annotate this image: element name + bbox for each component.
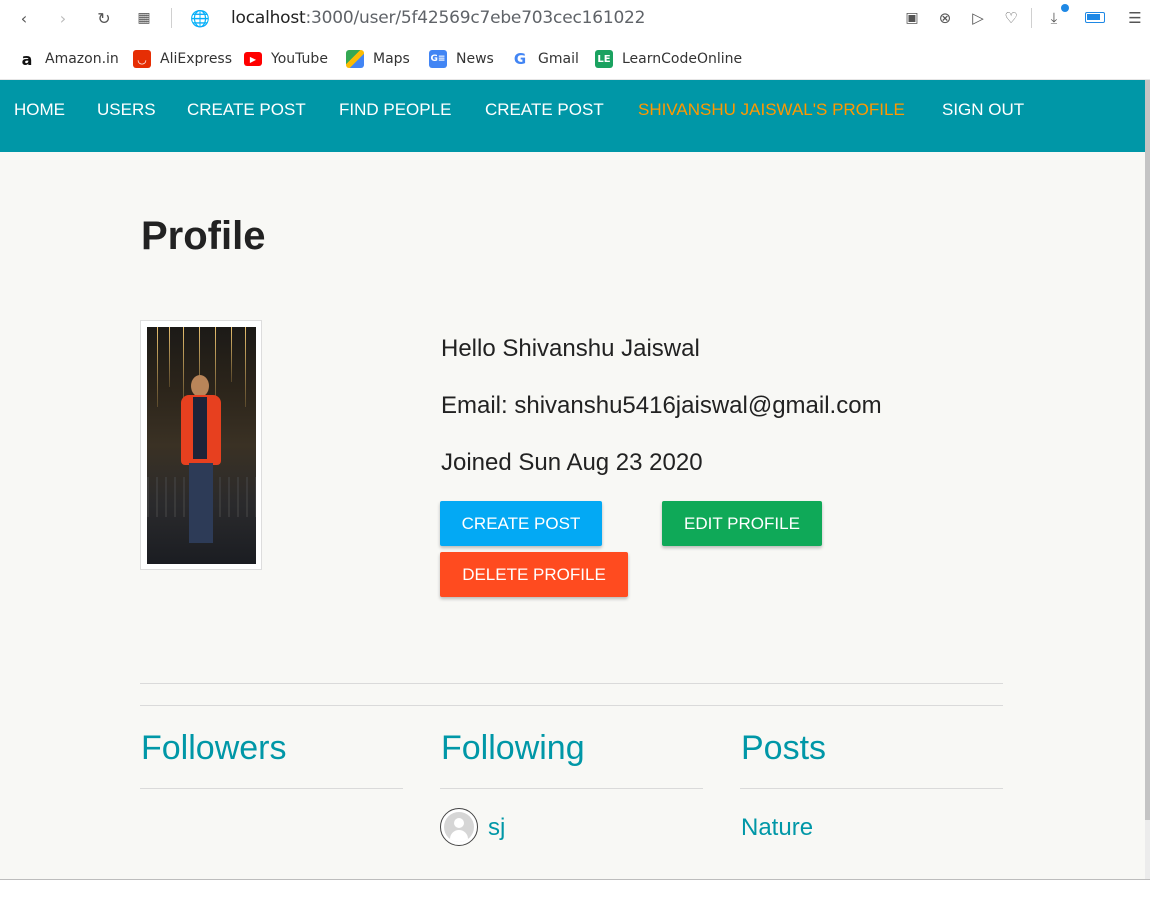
send-icon[interactable]: ▷ [967,7,989,29]
bookmark-label: Gmail [538,51,579,67]
divider [140,683,1003,684]
profile-photo [140,320,262,570]
nav-sign-out[interactable]: SIGN OUT [942,100,1024,120]
download-badge [1061,4,1069,12]
bookmark-label: News [456,51,494,67]
maps-icon [346,50,364,68]
bookmark-label: Maps [373,51,410,67]
forward-icon[interactable]: › [52,7,74,29]
bookmark-learncodeonline[interactable]: LE LearnCodeOnline [595,49,742,69]
following-user-link[interactable]: sj [488,814,505,842]
following-heading: Following [441,729,585,767]
following-divider [440,788,703,789]
reload-icon[interactable]: ↻ [93,7,115,29]
nav-create-post-2[interactable]: CREATE POST [485,100,604,120]
camera-icon[interactable]: ▣ [901,7,923,29]
post-link[interactable]: Nature [741,814,813,842]
nav-find-people[interactable]: FIND PEOPLE [339,100,451,120]
edit-profile-button[interactable]: EDIT PROFILE [662,501,822,546]
scrollbar-thumb[interactable] [1145,80,1150,820]
toolbar-divider-2 [1031,8,1032,28]
heart-icon[interactable]: ♡ [1000,7,1022,29]
google-icon: G [513,50,527,68]
profile-joined: Joined Sun Aug 23 2020 [441,449,703,476]
bookmarks-bar: a Amazon.in ◡ AliExpress ▶ YouTube Maps … [0,37,1150,80]
amazon-icon: a [21,49,33,69]
bookmark-label: YouTube [271,51,328,67]
nav-my-profile[interactable]: SHIVANSHU JAISWAL'S PROFILE [638,100,905,120]
bookmark-maps[interactable]: Maps [346,49,410,69]
posts-divider [740,788,1003,789]
followers-heading: Followers [141,729,287,767]
window-bottom-edge [0,879,1150,899]
settings-sliders-icon[interactable]: ☰ [1124,7,1146,29]
url-host: localhost [231,8,306,28]
bookmark-label: LearnCodeOnline [622,51,743,67]
address-bar[interactable]: localhost:3000/user/5f42569c7ebe703cec16… [231,8,645,28]
following-avatar-icon[interactable] [440,808,478,846]
nav-home[interactable]: HOME [14,100,65,120]
divider [140,705,1003,706]
toolbar-divider [171,8,172,28]
nav-create-post[interactable]: CREATE POST [187,100,306,120]
block-icon[interactable]: ⊗ [934,7,956,29]
url-path: :3000/user/5f42569c7ebe703cec161022 [305,8,646,28]
bookmark-aliexpress[interactable]: ◡ AliExpress [133,49,232,69]
bookmark-youtube[interactable]: ▶ YouTube [244,49,328,69]
profile-greeting: Hello Shivanshu Jaiswal [441,335,700,362]
create-post-button[interactable]: CREATE POST [440,501,602,546]
news-icon: G≡ [429,50,447,68]
browser-toolbar: ‹ › ↻ ▦ 🌐 localhost:3000/user/5f42569c7e… [0,0,1150,37]
delete-profile-button[interactable]: DELETE PROFILE [440,552,628,597]
posts-heading: Posts [741,729,827,767]
followers-divider [140,788,403,789]
page-content: Profile Hello Shivanshu Jaiswal Email: s… [0,152,1145,880]
nav-users[interactable]: USERS [97,100,156,120]
aliexpress-icon: ◡ [133,50,151,68]
page-scrollbar[interactable] [1145,80,1150,880]
profile-photo-image [147,327,256,564]
bookmark-gmail[interactable]: G Gmail [511,49,579,69]
battery-icon[interactable] [1085,12,1105,23]
back-icon[interactable]: ‹ [13,7,35,29]
learncodeonline-icon: LE [595,50,613,68]
apps-grid-icon[interactable]: ▦ [133,7,155,29]
youtube-icon: ▶ [244,52,262,66]
page-title: Profile [141,214,266,258]
bookmark-label: Amazon.in [45,51,119,67]
bookmark-amazon[interactable]: a Amazon.in [18,49,119,69]
globe-icon: 🌐 [190,8,210,28]
profile-email: Email: shivanshu5416jaiswal@gmail.com [441,392,882,419]
site-navbar: HOME USERS CREATE POST FIND PEOPLE CREAT… [0,80,1145,152]
bookmark-label: AliExpress [160,51,233,67]
bookmark-news[interactable]: G≡ News [429,49,494,69]
